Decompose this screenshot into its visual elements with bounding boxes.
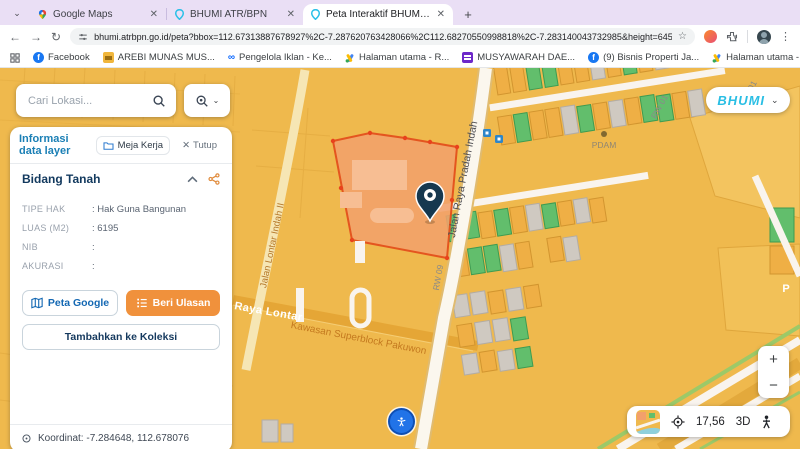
url-bar[interactable]: bhumi.atrbpn.go.id/peta?bbox=112.6731388… <box>70 28 695 45</box>
google-maps-favicon-icon <box>37 9 48 20</box>
pdam-poi-dot <box>601 131 607 137</box>
google-ads-icon <box>712 53 722 63</box>
3d-mode-button[interactable]: 3D <box>736 416 751 428</box>
search-area: ⌄ <box>16 84 230 117</box>
field-row: NIB: <box>22 242 220 253</box>
facebook-icon: f <box>588 52 599 63</box>
close-icon: ✕ <box>182 140 190 151</box>
parcel-fields: TIPE HAK: Hak Guna Bangunan LUAS (M2): 6… <box>10 192 232 284</box>
advanced-search-button[interactable]: ⌄ <box>184 84 230 117</box>
panel-spacer <box>10 350 232 424</box>
building <box>262 420 278 442</box>
search-box[interactable] <box>16 84 176 117</box>
bookmark-facebook[interactable]: fFacebook <box>33 52 90 63</box>
coordinate-target-icon <box>21 433 32 444</box>
tab-search-chevron-icon[interactable]: ⌄ <box>8 4 26 22</box>
locate-icon[interactable] <box>671 415 685 429</box>
tab-close-icon[interactable]: ✕ <box>149 9 159 20</box>
bookmark-musyawarah[interactable]: MUSYAWARAH DAE... <box>462 52 575 63</box>
facebook-icon: f <box>33 52 44 63</box>
close-panel-button[interactable]: ✕ Tutup <box>176 139 223 152</box>
bhumi-logo: BHUMI <box>717 93 765 108</box>
zoom-in-button[interactable]: + <box>758 346 789 372</box>
review-list-icon <box>136 297 148 309</box>
meja-kerja-button[interactable]: Meja Kerja <box>96 136 170 155</box>
share-icon[interactable] <box>208 173 220 185</box>
tab-strip: ⌄ Google Maps ✕ BHUMI ATR/BPN ✕ Peta Int… <box>0 0 800 25</box>
tab-title: Google Maps <box>53 9 144 20</box>
coordinate-text: Koordinat: -7.284648, 112.678076 <box>38 433 189 444</box>
bookmark-bisnis-properti[interactable]: f(9) Bisnis Properti Ja... <box>588 52 699 63</box>
browser-menu-icon[interactable]: ⋮ <box>780 30 791 43</box>
tab-title: Peta Interaktif BHUMI ATR/BPN <box>326 9 431 20</box>
bookmark-halaman-utama-2[interactable]: Halaman utama - R... <box>712 52 800 63</box>
accessibility-person-icon <box>396 414 407 430</box>
accessibility-button[interactable] <box>388 408 415 435</box>
zoom-controls: + − <box>758 346 789 398</box>
bhumi-logo-button[interactable]: BHUMI ⌄ <box>706 87 790 113</box>
apps-grid-icon[interactable] <box>10 53 20 63</box>
toolbar-divider <box>747 30 748 43</box>
meta-icon: ∞ <box>228 53 235 63</box>
tab-peta-interaktif-active[interactable]: Peta Interaktif BHUMI ATR/BPN ✕ <box>303 4 453 25</box>
bookmark-arebi[interactable]: AREBI MUNAS MUS... <box>103 52 215 63</box>
url-text: bhumi.atrbpn.go.id/peta?bbox=112.6731388… <box>94 32 672 42</box>
bhumi-favicon-icon <box>310 9 321 20</box>
map-icon <box>31 297 43 309</box>
tab-bhumi[interactable]: BHUMI ATR/BPN ✕ <box>167 4 303 25</box>
bhumi-favicon-icon <box>174 9 185 20</box>
back-icon[interactable]: ← <box>9 31 21 43</box>
browser-toolbar: ← → ↻ bhumi.atrbpn.go.id/peta?bbox=112.6… <box>0 25 800 48</box>
collapse-chevron-up-icon[interactable] <box>187 176 198 183</box>
tab-google-maps[interactable]: Google Maps ✕ <box>30 4 166 25</box>
tab-close-icon[interactable]: ✕ <box>436 9 446 20</box>
tambah-koleksi-button[interactable]: Tambahkan ke Koleksi <box>22 324 220 350</box>
zoom-level-value: 17,56 <box>696 416 725 428</box>
bookmark-pengelola-iklan[interactable]: ∞Pengelola Iklan - Ke... <box>228 52 332 63</box>
bookmark-star-icon[interactable]: ☆ <box>678 31 687 42</box>
workspace-folder-icon <box>103 141 114 150</box>
tab-close-icon[interactable]: ✕ <box>286 9 296 20</box>
google-ads-icon <box>345 53 355 63</box>
bookmarks-bar: fFacebook AREBI MUNAS MUS... ∞Pengelola … <box>0 48 800 68</box>
musda-icon <box>462 52 473 63</box>
beri-ulasan-button[interactable]: Beri Ulasan <box>126 290 220 316</box>
zoom-out-button[interactable]: − <box>758 372 789 398</box>
peta-google-button[interactable]: Peta Google <box>22 290 118 316</box>
field-row: TIPE HAK: Hak Guna Bangunan <box>22 204 220 215</box>
parcel-notch-road <box>355 241 365 263</box>
bookmark-halaman-utama-1[interactable]: Halaman utama - R... <box>345 52 449 63</box>
chevron-down-icon: ⌄ <box>771 95 779 106</box>
pegman-icon[interactable] <box>761 415 772 429</box>
basemap-thumbnail[interactable] <box>636 410 660 434</box>
forward-icon[interactable]: → <box>30 31 42 43</box>
arebi-icon <box>103 52 114 63</box>
extensions-puzzle-icon[interactable] <box>726 31 738 43</box>
panel-title: Informasi data layer <box>19 133 90 157</box>
site-settings-icon[interactable] <box>78 32 88 42</box>
tab-title: BHUMI ATR/BPN <box>190 9 281 20</box>
search-input[interactable] <box>26 94 146 108</box>
section-title: Bidang Tanah <box>22 172 187 186</box>
new-tab-button[interactable]: + <box>459 5 477 23</box>
field-row: AKURASI: <box>22 261 220 272</box>
chevron-down-icon: ⌄ <box>213 96 220 105</box>
field-row: LUAS (M2): 6195 <box>22 223 220 234</box>
profile-avatar[interactable] <box>757 30 771 44</box>
search-plus-icon <box>195 94 209 108</box>
reload-icon[interactable]: ↻ <box>51 31 61 43</box>
info-panel: Informasi data layer Meja Kerja ✕ Tutup … <box>10 127 232 449</box>
building <box>281 424 293 442</box>
label-pdam: PDAM <box>592 140 617 150</box>
extension-orange-icon[interactable] <box>704 30 717 43</box>
coordinate-footer: Koordinat: -7.284648, 112.678076 <box>10 424 232 449</box>
map-control-bar: 17,56 3D <box>627 406 790 437</box>
search-icon[interactable] <box>152 94 166 108</box>
label-p-parking: P <box>782 283 789 295</box>
